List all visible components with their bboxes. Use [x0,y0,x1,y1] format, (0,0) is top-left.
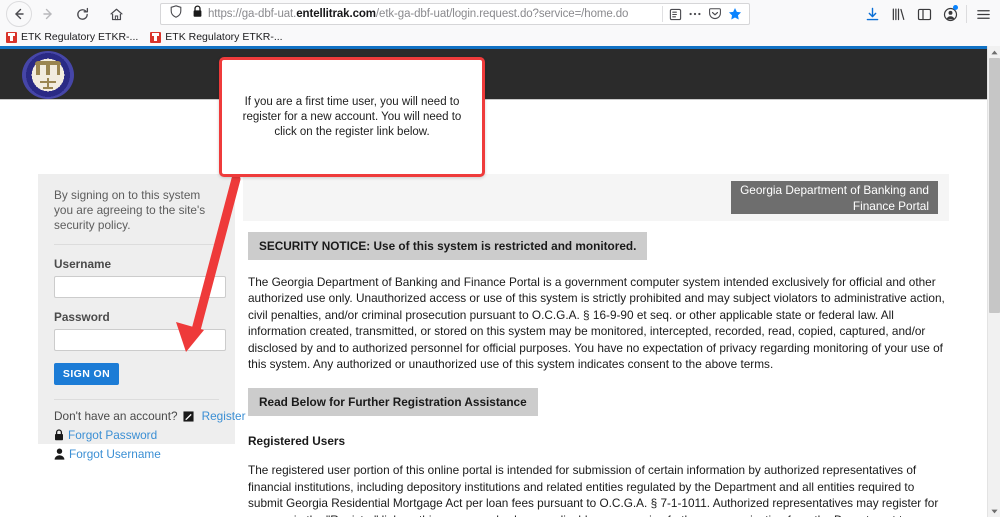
address-bar[interactable]: https://ga-dbf-uat.entellitrak.com/etk-g… [160,3,750,25]
page-scrollbar[interactable] [987,46,1000,517]
bookmark-star-icon[interactable] [725,4,745,24]
portal-banner-area: Georgia Department of Banking and Financ… [243,174,949,221]
page-actions-icon[interactable] [685,4,705,24]
password-input[interactable] [54,329,226,351]
scrollbar-thumb[interactable] [989,58,1000,313]
main-content: SECURITY NOTICE: Use of this system is r… [248,232,948,517]
page-viewport: By signing on to this system you are agr… [0,46,1000,517]
login-panel: By signing on to this system you are agr… [38,174,235,444]
app-menu-icon[interactable] [970,2,996,26]
bookmarks-bar: ETK Regulatory ETKR-... ETK Regulatory E… [0,28,1000,46]
annotation-callout-text: If you are a first time user, you will n… [222,95,482,140]
signon-notice: By signing on to this system you are agr… [54,188,219,233]
shield-icon[interactable] [170,5,182,23]
forgot-password-link[interactable]: Forgot Password [68,428,157,442]
library-icon[interactable] [885,2,911,26]
browser-chrome: https://ga-dbf-uat.entellitrak.com/etk-g… [0,0,1000,46]
edit-pencil-icon [183,411,194,422]
account-prompt-label: Don't have an account? [54,409,178,423]
panel-divider [54,244,219,245]
forward-button[interactable] [35,1,61,27]
bookmark-item[interactable]: ETK Regulatory ETKR-... [6,31,138,43]
registered-users-body: The registered user portion of this onli… [248,462,948,517]
georgia-state-seal-icon [22,51,74,99]
portal-title: Georgia Department of Banking and Financ… [731,181,938,214]
lock-icon[interactable] [192,5,203,23]
bookmark-favicon-icon [150,32,161,43]
pocket-icon[interactable] [705,4,725,24]
username-input[interactable] [54,276,226,298]
toolbar-divider [966,5,967,23]
password-label: Password [54,310,219,324]
bookmark-label: ETK Regulatory ETKR-... [165,31,282,43]
bookmark-favicon-icon [6,32,17,43]
reload-button[interactable] [69,1,95,27]
back-arrow-icon [12,7,26,21]
sidebar-icon[interactable] [911,2,937,26]
back-button[interactable] [6,1,32,27]
forward-arrow-icon [41,7,55,21]
urlbar-divider [662,6,663,22]
scroll-up-arrow-icon[interactable] [988,46,1000,58]
site-header [0,49,988,99]
annotation-callout: If you are a first time user, you will n… [219,57,485,177]
home-icon [109,7,124,22]
home-button[interactable] [103,1,129,27]
register-link[interactable]: Register [202,409,246,423]
browser-toolbar-right [859,2,996,26]
padlock-icon [54,429,64,441]
header-underline [0,99,988,100]
reader-view-icon[interactable] [665,4,685,24]
url-text: https://ga-dbf-uat.entellitrak.com/etk-g… [208,8,660,20]
forgot-username-link[interactable]: Forgot Username [69,447,161,461]
downloads-icon[interactable] [859,2,885,26]
panel-divider [54,399,219,400]
account-badge [953,5,958,10]
forgot-username-row[interactable]: Forgot Username [54,447,219,461]
registered-users-heading: Registered Users [248,434,948,448]
forgot-password-row[interactable]: Forgot Password [54,428,219,442]
bookmark-label: ETK Regulatory ETKR-... [21,31,138,43]
person-icon [54,448,65,460]
bookmark-item[interactable]: ETK Regulatory ETKR-... [150,31,282,43]
reload-icon [75,7,90,22]
username-label: Username [54,257,219,271]
security-notice-body: The Georgia Department of Banking and Fi… [248,274,948,372]
security-notice-heading: SECURITY NOTICE: Use of this system is r… [248,232,647,260]
account-prompt-row: Don't have an account? Register [54,409,219,423]
logo-wrapper [22,51,77,99]
scroll-down-arrow-icon[interactable] [988,505,1000,517]
account-icon[interactable] [937,2,963,26]
read-below-heading: Read Below for Further Registration Assi… [248,388,538,416]
sign-on-button[interactable]: SIGN ON [54,363,119,385]
